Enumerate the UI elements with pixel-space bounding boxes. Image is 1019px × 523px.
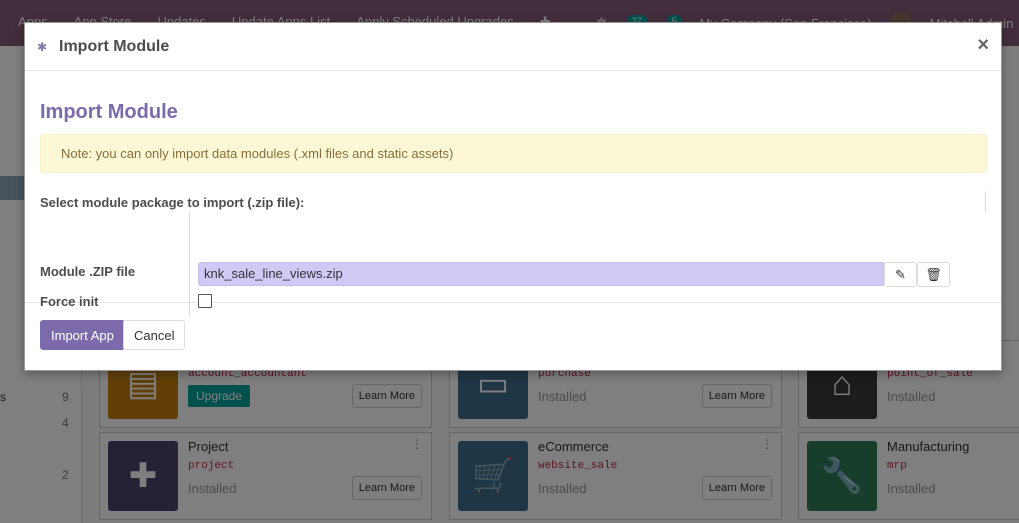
pencil-icon: ✎	[895, 266, 906, 282]
modal-title: Import Module	[59, 37, 170, 55]
edit-file-button[interactable]: ✎	[884, 262, 917, 287]
section-label: Select module package to import (.zip fi…	[40, 195, 305, 210]
close-button[interactable]: ×	[977, 34, 989, 57]
note-alert: Note: you can only import data modules (…	[40, 134, 987, 173]
trash-icon: 🗑	[925, 266, 942, 282]
modal-body: Import Module Note: you can only import …	[25, 71, 1001, 317]
module-zip-file-field[interactable]: knk_sale_line_views.zip	[198, 262, 885, 286]
divider	[189, 211, 190, 317]
bug-icon: ✱	[36, 39, 48, 54]
import-module-dialog: ✱ Import Module × Import Module Note: yo…	[24, 22, 1002, 371]
module-zip-label: Module .ZIP file	[40, 264, 136, 279]
delete-file-button[interactable]: 🗑	[917, 262, 950, 287]
import-app-button[interactable]: Import App	[40, 320, 125, 350]
modal-header: ✱ Import Module ×	[25, 23, 1001, 71]
modal-footer: Import App Cancel	[25, 303, 1001, 370]
cancel-button[interactable]: Cancel	[123, 320, 186, 350]
divider	[985, 191, 986, 213]
form-heading: Import Module	[40, 101, 178, 123]
